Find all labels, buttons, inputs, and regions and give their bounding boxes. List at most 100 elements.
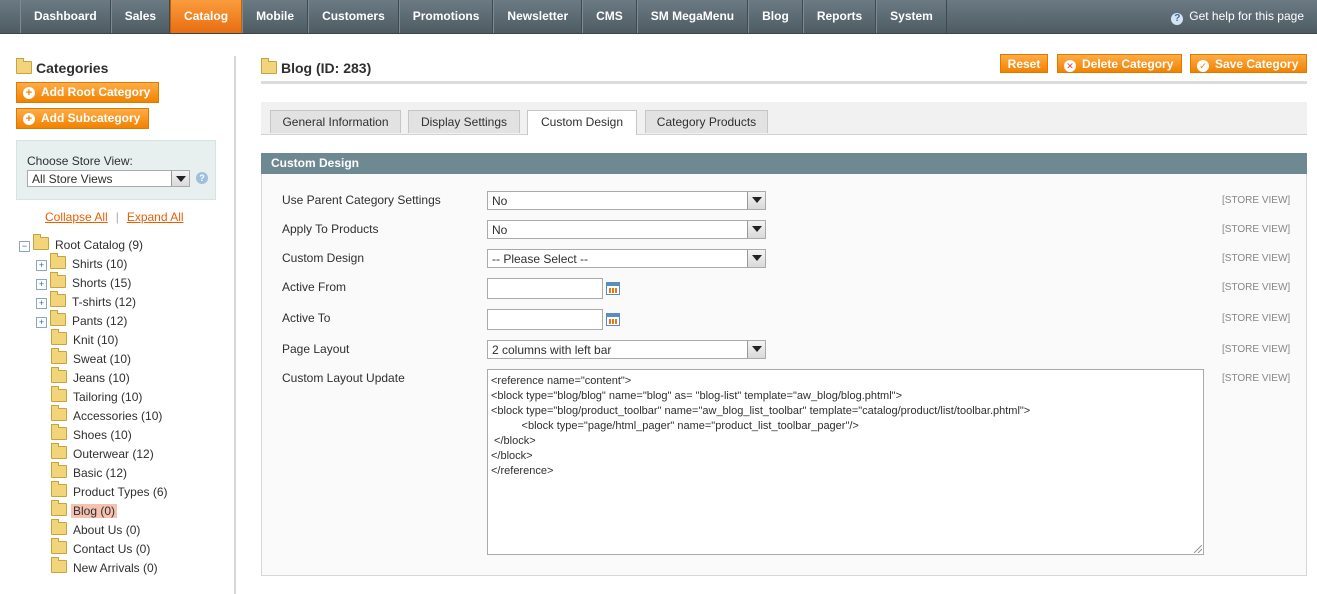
tree-node[interactable]: New Arrivals (0): [19, 557, 219, 578]
tab-custom-design[interactable]: Custom Design: [527, 110, 637, 135]
tree-node[interactable]: − Root Catalog (9): [19, 234, 219, 255]
nav-item-system[interactable]: System: [876, 0, 947, 33]
tree-node-label[interactable]: Outerwear (12): [71, 447, 156, 461]
delete-category-button[interactable]: ✕ Delete Category: [1057, 54, 1182, 73]
tab-label: Custom Design: [540, 115, 624, 129]
apply-to-products-select[interactable]: No: [487, 220, 766, 239]
tree-node[interactable]: Knit (10): [19, 329, 219, 350]
nav-item-mobile[interactable]: Mobile: [242, 0, 309, 33]
tree-node-label[interactable]: Product Types (6): [71, 485, 170, 499]
help-icon[interactable]: ?: [196, 172, 208, 184]
use-parent-value: No: [492, 194, 508, 208]
help-link[interactable]: ? Get help for this page: [1171, 0, 1304, 33]
apply-to-products-label: Apply To Products: [282, 222, 379, 236]
delete-icon: ✕: [1064, 60, 1076, 72]
add-subcategory-button[interactable]: + Add Subcategory: [16, 108, 150, 129]
tab-category-products[interactable]: Category Products: [645, 110, 768, 133]
nav-item-blog[interactable]: Blog: [748, 0, 803, 33]
tab-display-settings[interactable]: Display Settings: [408, 110, 520, 133]
tree-node[interactable]: Accessories (10): [19, 405, 219, 426]
expand-all-link[interactable]: Expand All: [127, 210, 184, 224]
store-view-select[interactable]: All Store Views: [27, 170, 190, 187]
tree-node[interactable]: Sweat (10): [19, 348, 219, 369]
nav-item-dashboard[interactable]: Dashboard: [20, 0, 111, 33]
nav-item-newsletter[interactable]: Newsletter: [493, 0, 583, 33]
tree-node-label[interactable]: Pants (12): [70, 314, 129, 328]
nav-item-customers[interactable]: Customers: [308, 0, 399, 33]
nav-item-sm-megamenu[interactable]: SM MegaMenu: [636, 0, 749, 33]
tree-node[interactable]: + Shorts (15): [19, 272, 219, 293]
folder-icon: [51, 348, 67, 364]
active-from-input[interactable]: [487, 278, 603, 299]
scope-label: [STORE VIEW]: [1222, 195, 1291, 206]
tree-node-label[interactable]: Jeans (10): [71, 371, 132, 385]
folder-icon: [51, 481, 67, 497]
tree-node-label[interactable]: T-shirts (12): [70, 295, 138, 309]
tree-node-label[interactable]: Root Catalog (9): [53, 238, 145, 252]
tree-node-label[interactable]: Basic (12): [71, 466, 129, 480]
custom-design-label: Custom Design: [282, 251, 365, 265]
tree-node[interactable]: + T-shirts (12): [19, 291, 219, 312]
tree-controls-separator: |: [115, 210, 119, 224]
tree-node-label[interactable]: Sweat (10): [71, 352, 133, 366]
chevron-down-icon: [747, 250, 765, 267]
resize-handle-icon[interactable]: [1194, 545, 1202, 553]
active-from-label: Active From: [282, 280, 347, 294]
tree-node[interactable]: Tailoring (10): [19, 386, 219, 407]
tree-node-label[interactable]: Shorts (15): [70, 276, 133, 290]
nav-item-promotions[interactable]: Promotions: [398, 0, 494, 33]
reset-button[interactable]: Reset: [1000, 54, 1048, 73]
calendar-icon[interactable]: [606, 313, 620, 326]
expand-icon[interactable]: +: [36, 298, 47, 309]
tree-node-label[interactable]: Contact Us (0): [71, 542, 152, 556]
use-parent-select[interactable]: No: [487, 191, 766, 210]
tree-node[interactable]: Product Types (6): [19, 481, 219, 502]
custom-layout-update-textarea[interactable]: <reference name="content"> <block type="…: [487, 369, 1204, 555]
plus-icon: +: [23, 113, 35, 125]
expand-icon[interactable]: +: [36, 279, 47, 290]
tree-node[interactable]: Basic (12): [19, 462, 219, 483]
page-layout-select[interactable]: 2 columns with left bar: [487, 340, 766, 359]
tree-node[interactable]: Jeans (10): [19, 367, 219, 388]
tree-node-label[interactable]: Shirts (10): [70, 257, 129, 271]
tree-node[interactable]: + Shirts (10): [19, 253, 219, 274]
calendar-icon[interactable]: [606, 282, 620, 295]
tree-node[interactable]: Outerwear (12): [19, 443, 219, 464]
scope-label: [STORE VIEW]: [1222, 253, 1291, 264]
tab-label: Display Settings: [420, 115, 508, 129]
nav-item-reports[interactable]: Reports: [802, 0, 877, 33]
folder-icon: [51, 386, 67, 402]
nav-item-sales[interactable]: Sales: [110, 0, 171, 33]
tree-node-label[interactable]: About Us (0): [71, 523, 142, 537]
save-category-button[interactable]: ✓ Save Category: [1190, 54, 1307, 73]
expand-icon[interactable]: +: [36, 260, 47, 271]
folder-icon: [51, 424, 67, 440]
nav-item-catalog[interactable]: Catalog: [170, 0, 243, 33]
tree-node[interactable]: About Us (0): [19, 519, 219, 540]
tree-node[interactable]: Shoes (10): [19, 424, 219, 445]
collapse-icon[interactable]: −: [19, 241, 30, 252]
tree-node-label[interactable]: Knit (10): [71, 333, 120, 347]
tree-node-label[interactable]: New Arrivals (0): [71, 561, 160, 575]
tree-node-label[interactable]: Blog (0): [71, 504, 118, 518]
help-icon: ?: [1171, 13, 1184, 25]
page-title: Blog (ID: 283): [261, 58, 371, 78]
scope-label: [STORE VIEW]: [1222, 344, 1291, 355]
add-root-category-button[interactable]: + Add Root Category: [16, 82, 160, 103]
tree-node[interactable]: + Pants (12): [19, 310, 219, 331]
tab-general-information[interactable]: General Information: [270, 110, 401, 133]
nav-item-cms[interactable]: CMS: [582, 0, 637, 33]
folder-icon: [51, 538, 67, 554]
tree-node[interactable]: Blog (0): [19, 500, 219, 521]
folder-icon: [51, 557, 67, 573]
folder-icon: [33, 234, 49, 250]
folder-icon: [51, 462, 67, 478]
active-to-input[interactable]: [487, 309, 603, 330]
expand-icon[interactable]: +: [36, 317, 47, 328]
tree-node[interactable]: Contact Us (0): [19, 538, 219, 559]
tree-node-label[interactable]: Tailoring (10): [71, 390, 144, 404]
custom-design-select[interactable]: -- Please Select --: [487, 249, 766, 268]
tree-node-label[interactable]: Accessories (10): [71, 409, 164, 423]
collapse-all-link[interactable]: Collapse All: [45, 210, 108, 224]
tree-node-label[interactable]: Shoes (10): [71, 428, 134, 442]
